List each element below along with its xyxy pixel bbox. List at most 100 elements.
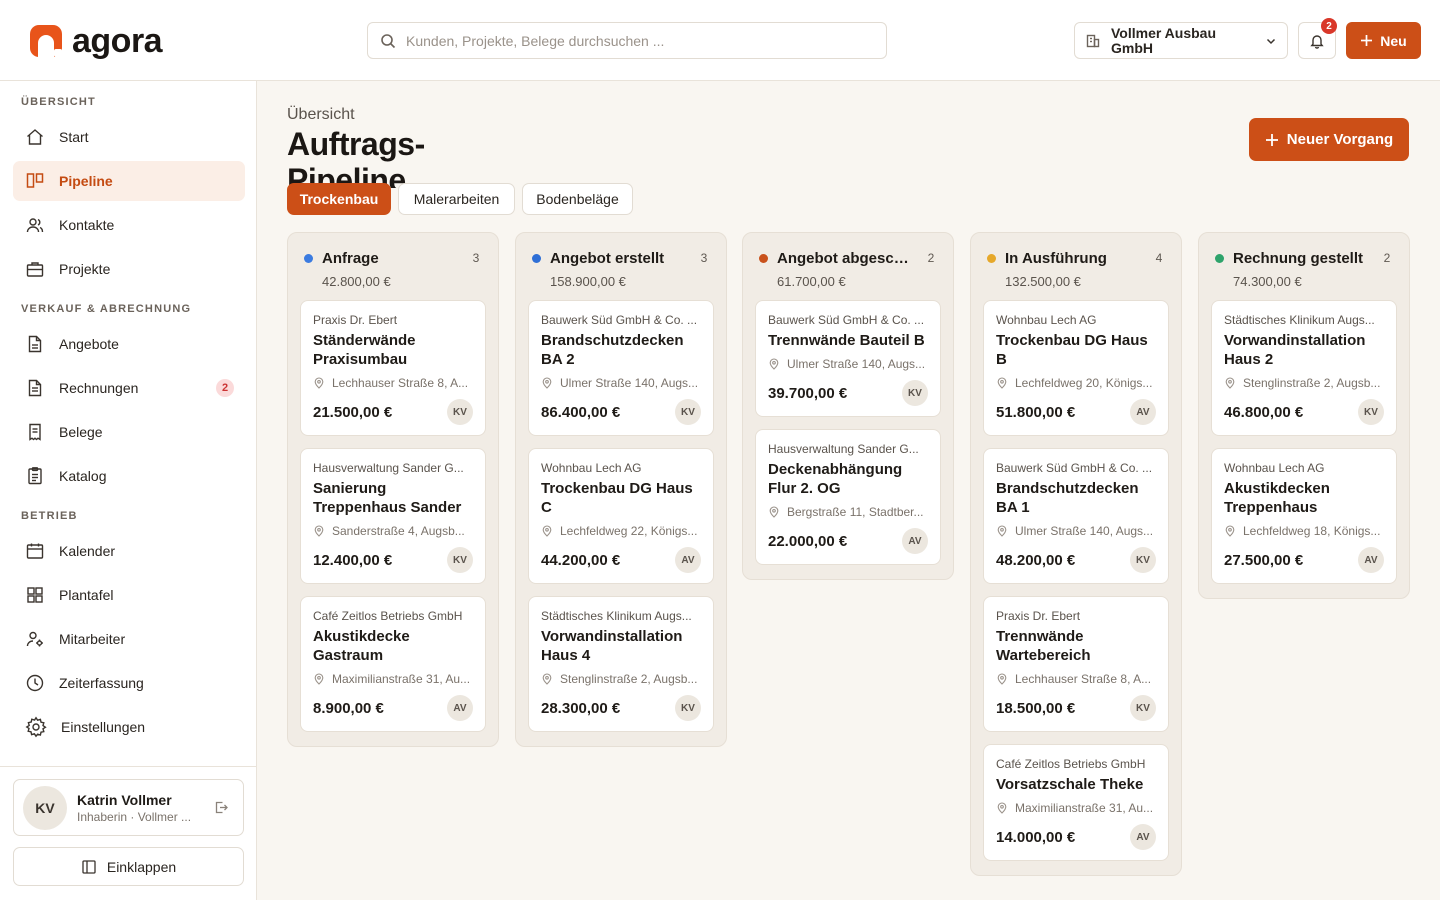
card-client: Wohnbau Lech AG <box>541 461 642 475</box>
deal-card[interactable]: Hausverwaltung Sander G... Deckenabhängun… <box>755 429 941 565</box>
sidebar-item-angebote[interactable]: Angebote <box>13 324 245 364</box>
tab-trockenbau[interactable]: Trockenbau <box>287 183 391 215</box>
deal-card[interactable]: Städtisches Klinikum Augs... Vorwandinsta… <box>528 596 714 732</box>
location-pin-icon <box>541 377 553 389</box>
search-box[interactable] <box>367 22 887 59</box>
card-client: Hausverwaltung Sander G... <box>313 461 464 475</box>
card-address: Bergstraße 11, Stadtber... <box>768 505 928 519</box>
card-amount: 44.200,00 € <box>541 551 621 569</box>
deal-card[interactable]: Wohnbau Lech AG Trockenbau DG Haus C Lechf… <box>528 448 714 584</box>
pipeline-column: Angebot abgeschickt 2 61.700,00 € Bauwerk S… <box>742 232 954 580</box>
deal-card[interactable]: Bauwerk Süd GmbH & Co. ... Brandschutzdec… <box>528 300 714 436</box>
card-client: Hausverwaltung Sander G... <box>768 442 919 456</box>
card-amount: 48.200,00 € <box>996 551 1076 569</box>
sidebar-item-label: Kontakte <box>59 217 115 233</box>
notification-count-badge: 2 <box>1321 18 1337 34</box>
column-total: 74.300,00 € <box>1233 274 1302 289</box>
column-end-spacer <box>516 744 726 746</box>
card-client: Café Zeitlos Betriebs GmbH <box>313 609 463 623</box>
column-end-spacer <box>743 577 953 579</box>
card-address: Lechfeldweg 22, Königs... <box>541 524 701 538</box>
column-count-badge: 3 <box>472 251 480 265</box>
users-icon <box>25 215 45 235</box>
owner-avatar: KV <box>1130 695 1156 721</box>
card-amount: 46.800,00 € <box>1224 403 1304 421</box>
top-bar: agora Vollmer Ausbau GmbH 2 Neu <box>0 0 1440 81</box>
search-input[interactable] <box>406 32 866 49</box>
card-title: Ständerwände Praxisumbau <box>313 332 416 368</box>
card-address: Ulmer Straße 140, Augs... <box>996 524 1156 538</box>
sidebar-item-belege[interactable]: Belege <box>13 412 245 452</box>
card-footer: 51.800,00 € AV <box>996 399 1156 425</box>
collapse-sidebar-button[interactable]: Einklappen <box>13 847 244 886</box>
user-profile-card[interactable]: KV Katrin Vollmer Inhaberin · Vollmer ..… <box>13 779 244 836</box>
deal-card[interactable]: Café Zeitlos Betriebs GmbH Vorsatzschale … <box>983 744 1169 861</box>
status-dot-icon <box>1215 254 1224 263</box>
breadcrumb: Übersicht <box>287 106 355 123</box>
sidebar-item-katalog[interactable]: Katalog <box>13 456 245 496</box>
column-total: 158.900,00 € <box>550 274 626 289</box>
sidebar-item-rechnungen[interactable]: Rechnungen 2 <box>13 368 245 408</box>
column-title: Angebot erstellt <box>550 250 665 267</box>
sidebar-item-plantafel[interactable]: Plantafel <box>13 575 245 615</box>
card-footer: 86.400,00 € KV <box>541 399 701 425</box>
sidebar-item-projekte[interactable]: Projekte <box>13 249 245 289</box>
location-pin-icon <box>1224 525 1236 537</box>
column-title: In Ausführung <box>1005 250 1107 267</box>
card-address: Lechhauser Straße 8, A... <box>313 376 473 390</box>
deal-card[interactable]: Hausverwaltung Sander G... Sanierung Trep… <box>300 448 486 584</box>
new-process-button[interactable]: Neuer Vorgang <box>1249 118 1409 161</box>
sidebar-item-pipeline[interactable]: Pipeline <box>13 161 245 201</box>
card-footer: 14.000,00 € AV <box>996 824 1156 850</box>
deal-card[interactable]: Praxis Dr. Ebert Ständerwände Praxisumbau… <box>300 300 486 436</box>
sidebar-item-kalender[interactable]: Kalender <box>13 531 245 571</box>
new-button[interactable]: Neu <box>1346 22 1421 59</box>
card-address-text: Ulmer Straße 140, Augs... <box>1015 524 1154 538</box>
clock-icon <box>25 673 45 693</box>
sidebar-item-mitarbeiter[interactable]: Mitarbeiter <box>13 619 245 659</box>
column-total: 61.700,00 € <box>777 274 846 289</box>
card-title: Trockenbau DG Haus B <box>996 332 1148 368</box>
deal-card[interactable]: Bauwerk Süd GmbH & Co. ... Brandschutzdec… <box>983 448 1169 584</box>
card-amount: 86.400,00 € <box>541 403 621 421</box>
receipt-icon <box>25 422 45 442</box>
tab-bodenbelaege[interactable]: Bodenbeläge <box>522 183 633 215</box>
owner-avatar: AV <box>1130 399 1156 425</box>
card-footer: 27.500,00 € AV <box>1224 547 1384 573</box>
calendar-icon <box>25 541 45 561</box>
sidebar-item-zeiterfassung[interactable]: Zeiterfassung <box>13 663 245 703</box>
sidebar-divider <box>0 766 256 767</box>
company-selector[interactable]: Vollmer Ausbau GmbH <box>1074 22 1288 59</box>
notifications-button[interactable]: 2 <box>1298 18 1337 59</box>
deal-card[interactable]: Wohnbau Lech AG Akustikdecken Treppenhaus… <box>1211 448 1397 584</box>
sidebar-item-start[interactable]: Start <box>13 117 245 157</box>
owner-avatar: AV <box>902 528 928 554</box>
card-footer: 48.200,00 € KV <box>996 547 1156 573</box>
employee-icon <box>25 629 45 649</box>
card-client: Café Zeitlos Betriebs GmbH <box>996 757 1146 771</box>
rechnungen-count-badge: 2 <box>216 379 234 397</box>
card-title: Vorsatzschale Theke <box>996 776 1144 793</box>
column-end-spacer <box>971 873 1181 875</box>
sidebar-item-label: Kalender <box>59 543 116 559</box>
card-title: Akustikdecken Treppenhaus <box>1224 480 1330 516</box>
deal-card[interactable]: Städtisches Klinikum Augs... Vorwandinsta… <box>1211 300 1397 436</box>
owner-avatar: KV <box>1358 399 1384 425</box>
tab-malerarbeiten[interactable]: Malerarbeiten <box>398 183 515 215</box>
card-address-text: Lechfeldweg 22, Königs... <box>560 524 698 538</box>
deal-card[interactable]: Praxis Dr. Ebert Trennwände Wartebereich L… <box>983 596 1169 732</box>
card-footer: 46.800,00 € KV <box>1224 399 1384 425</box>
deal-card[interactable]: Café Zeitlos Betriebs GmbH Akustikdecke G… <box>300 596 486 732</box>
owner-avatar: KV <box>675 399 701 425</box>
sidebar-item-kontakte[interactable]: Kontakte <box>13 205 245 245</box>
grid-icon <box>25 585 45 605</box>
sidebar-item-label: Einstellungen <box>61 719 146 735</box>
deal-card[interactable]: Wohnbau Lech AG Trockenbau DG Haus B Lechf… <box>983 300 1169 436</box>
card-address-text: Maximilianstraße 31, Au... <box>1015 801 1154 815</box>
sidebar-item-einstellungen[interactable]: Einstellungen <box>13 707 245 747</box>
logout-icon[interactable] <box>214 800 229 815</box>
deal-card[interactable]: Bauwerk Süd GmbH & Co. ... Trennwände Bau… <box>755 300 941 417</box>
card-amount: 21.500,00 € <box>313 403 393 421</box>
sidebar-item-label: Zeiterfassung <box>59 675 144 691</box>
brand-logo[interactable]: agora <box>30 24 163 58</box>
